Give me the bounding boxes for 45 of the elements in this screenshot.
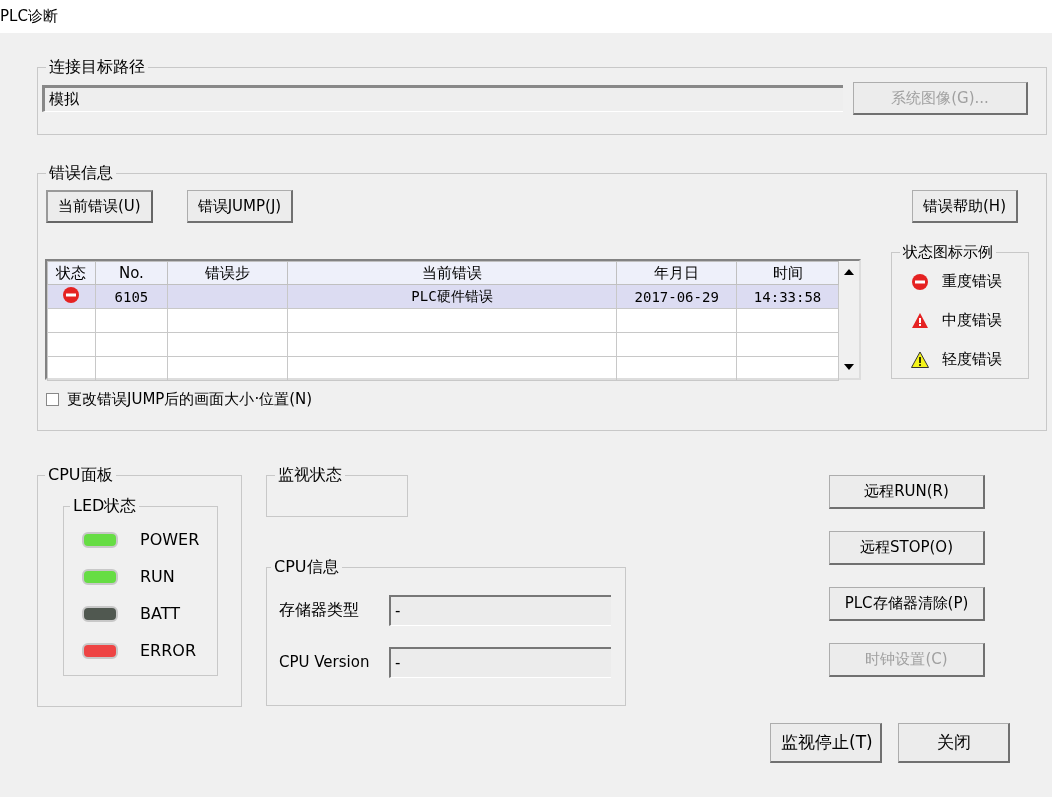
dialog-button[interactable]: 监视停止(T) bbox=[770, 723, 882, 763]
led-label: POWER bbox=[140, 530, 200, 549]
legend-label: 中度错误 bbox=[942, 311, 1002, 330]
scrollbar[interactable] bbox=[839, 261, 859, 378]
path-field[interactable]: 模拟 bbox=[42, 85, 843, 112]
info-field: - bbox=[389, 646, 611, 678]
column-header: 错误步 bbox=[167, 261, 288, 285]
command-button[interactable]: 远程STOP(O) bbox=[829, 531, 985, 565]
dialog-button[interactable]: 关闭 bbox=[898, 723, 1010, 763]
column-header: 状态 bbox=[47, 261, 96, 285]
group-title: LED状态 bbox=[72, 496, 138, 517]
table-cell: 14:33:58 bbox=[736, 284, 839, 309]
field-label: 存储器类型 bbox=[279, 599, 360, 621]
led-label: ERROR bbox=[140, 641, 197, 660]
led-label: RUN bbox=[140, 567, 175, 586]
legend-label: 重度错误 bbox=[942, 272, 1002, 291]
command-button[interactable]: PLC存储器清除(P) bbox=[829, 587, 985, 621]
info-field: - bbox=[389, 594, 611, 626]
scroll-up-icon[interactable] bbox=[844, 269, 854, 275]
checkbox-label[interactable]: 更改错误JUMP后的画面大小·位置(N) bbox=[67, 390, 313, 409]
led-label: BATT bbox=[140, 604, 180, 623]
group-title: 状态图标示例 bbox=[902, 243, 994, 262]
table-cell: 2017-06-29 bbox=[616, 284, 737, 309]
field-label: CPU Version bbox=[279, 653, 371, 671]
column-header: 年月日 bbox=[616, 261, 737, 285]
error-button[interactable]: 错误JUMP(J) bbox=[186, 190, 294, 223]
group-title: CPU信息 bbox=[273, 557, 340, 578]
table-cell: PLC硬件错误 bbox=[287, 284, 617, 309]
group-title: CPU面板 bbox=[47, 465, 114, 486]
window-title: PLC诊断 bbox=[0, 7, 58, 26]
no-entry-icon bbox=[61, 285, 82, 305]
legend-label: 轻度错误 bbox=[942, 350, 1002, 369]
checkbox[interactable] bbox=[46, 393, 59, 406]
command-button[interactable]: 远程RUN(R) bbox=[829, 475, 985, 509]
column-header: No. bbox=[95, 261, 168, 285]
error-button[interactable]: 当前错误(U) bbox=[46, 190, 153, 223]
group-title: 监视状态 bbox=[277, 465, 343, 486]
warning-triangle-icon bbox=[910, 349, 930, 370]
group-title: 连接目标路径 bbox=[48, 57, 146, 78]
no-entry-icon bbox=[910, 271, 930, 292]
group-title: 错误信息 bbox=[48, 163, 114, 184]
scroll-down-icon[interactable] bbox=[844, 364, 854, 370]
help-button[interactable]: 错误帮助(H) bbox=[912, 190, 1018, 223]
column-header: 当前错误 bbox=[287, 261, 617, 285]
column-header: 时间 bbox=[736, 261, 839, 285]
